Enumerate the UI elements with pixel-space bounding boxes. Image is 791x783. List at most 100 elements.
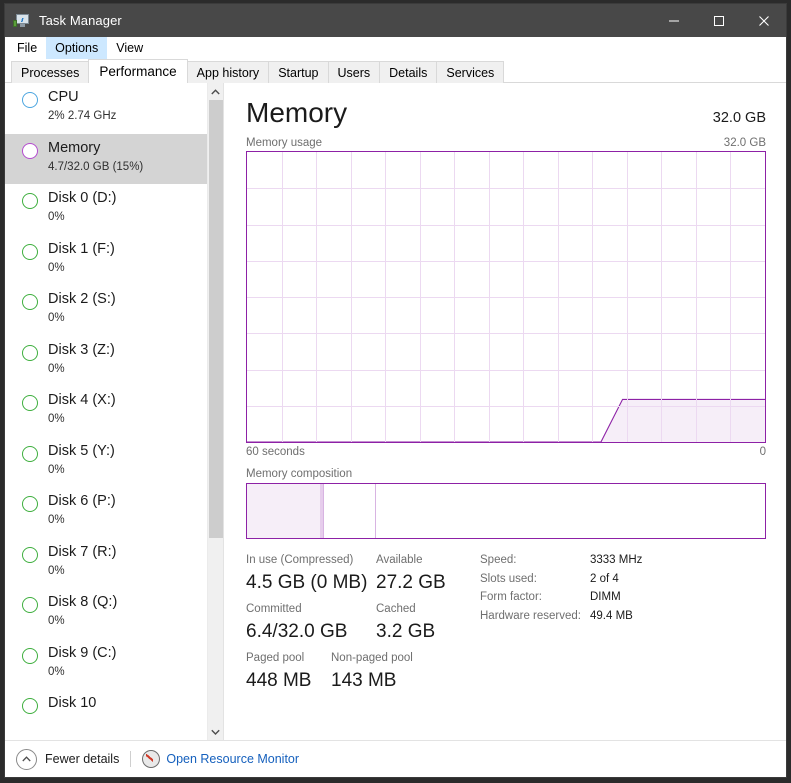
status-bar: Fewer details Open Resource Monitor xyxy=(5,740,786,777)
status-circle-icon xyxy=(22,395,38,411)
close-icon[interactable] xyxy=(741,4,786,37)
content-area: CPU 2% 2.74 GHz Memory 4.7/32.0 GB (15%) Dis… xyxy=(5,83,786,740)
memory-composition-bar[interactable] xyxy=(246,483,766,539)
menu-item-file[interactable]: File xyxy=(8,37,46,59)
sidebar-item-disk-7-r[interactable]: Disk 7 (R:) 0% xyxy=(5,538,207,589)
memory-total: 32.0 GB xyxy=(712,110,766,126)
sidebar-item-text: Disk 8 (Q:) 0% xyxy=(48,593,117,629)
stat-row-1: In use (Compressed) 4.5 GB (0 MB) Availa… xyxy=(246,551,458,600)
time-axis-left: 60 seconds xyxy=(246,446,305,458)
sidebar-item-text: Disk 9 (C:) 0% xyxy=(48,644,116,680)
tab-processes[interactable]: Processes xyxy=(11,61,90,83)
page-title: Memory xyxy=(246,97,348,128)
sidebar-item-label: Disk 4 (X:) xyxy=(48,392,116,408)
sidebar-item-label: Disk 1 (F:) xyxy=(48,240,115,257)
sidebar-item-cpu[interactable]: CPU 2% 2.74 GHz xyxy=(5,83,207,134)
sidebar-item-sublabel: 0% xyxy=(48,211,65,223)
status-circle-icon xyxy=(22,647,38,664)
hardware-details: Speed: 3333 MHz Slots used: 2 of 4 Form fact… xyxy=(480,551,642,698)
chevron-up-icon[interactable] xyxy=(16,748,37,770)
status-circle-icon xyxy=(22,142,38,159)
sidebar-item-disk-2-s[interactable]: Disk 2 (S:) 0% xyxy=(5,285,207,336)
gridline-horizontal xyxy=(247,333,765,335)
memory-statistics: In use (Compressed) 4.5 GB (0 MB) Availa… xyxy=(246,551,766,698)
sidebar-item-disk-5-y[interactable]: Disk 5 (Y:) 0% xyxy=(5,437,207,488)
hardware-row: Slots used: 2 of 4 xyxy=(480,570,642,589)
stat-row-3: Paged pool 448 MB Non-paged pool 143 MB xyxy=(246,649,458,698)
menu-item-view[interactable]: View xyxy=(107,37,152,59)
memory-usage-label: Memory usage xyxy=(246,137,323,149)
sidebar-item-sublabel: 0% xyxy=(48,413,65,425)
sidebar-item-label: Disk 8 (Q:) xyxy=(48,594,118,610)
memory-usage-graph xyxy=(246,151,766,443)
minimize-icon[interactable] xyxy=(651,4,696,37)
memory-composition-label: Memory composition xyxy=(246,468,353,480)
scroll-up-icon[interactable] xyxy=(208,83,223,100)
sidebar-list: CPU 2% 2.74 GHz Memory 4.7/32.0 GB (15%) Dis… xyxy=(5,83,207,740)
sidebar-item-disk-3-z[interactable]: Disk 3 (Z:) 0% xyxy=(5,336,207,387)
stat-label: Committed xyxy=(246,603,302,615)
stat-label: Cached xyxy=(376,603,416,615)
tab-performance[interactable]: Performance xyxy=(88,59,188,83)
sidebar-item-disk-4-x[interactable]: Disk 4 (X:) 0% xyxy=(5,386,207,437)
sidebar-item-label: Disk 0 (D:) xyxy=(48,190,117,206)
sidebar-item-disk-8-q[interactable]: Disk 8 (Q:) 0% xyxy=(5,588,207,639)
usage-labels: Memory usage 32.0 GB xyxy=(246,137,766,149)
sidebar-item-sublabel: 0% xyxy=(48,261,65,274)
tab-services[interactable]: Services xyxy=(436,61,505,83)
hardware-key: Slots used: xyxy=(480,572,537,585)
usage-axis-max: 32.0 GB xyxy=(723,137,766,149)
stat-paged-pool: Paged pool 448 MB xyxy=(246,649,331,698)
sidebar-item-memory[interactable]: Memory 4.7/32.0 GB (15%) xyxy=(5,133,207,184)
footer-divider xyxy=(130,751,132,767)
sidebar-item-sublabel: 0% xyxy=(48,514,65,526)
status-circle-icon xyxy=(22,294,38,310)
stat-committed: Committed 6.4/32.0 GB xyxy=(246,600,376,649)
sidebar-item-label: Disk 2 (S:) xyxy=(48,291,116,307)
scrollbar-thumb[interactable] xyxy=(209,100,223,538)
sidebar-item-disk-1-f[interactable]: Disk 1 (F:) 0% xyxy=(5,235,207,286)
sidebar-item-sublabel: 0% xyxy=(48,564,65,577)
stat-value: 448 MB xyxy=(246,670,312,691)
tab-app-history[interactable]: App history xyxy=(186,61,270,83)
sidebar-item-text: Disk 6 (P:) 0% xyxy=(48,492,116,528)
stat-value: 4.5 GB (0 MB) xyxy=(246,572,368,593)
status-circle-icon xyxy=(22,445,38,462)
sidebar-item-text: Disk 0 (D:) 0% xyxy=(48,189,116,225)
title-bar: Task Manager xyxy=(5,4,786,37)
hardware-row: Hardware reserved: 49.4 MB xyxy=(480,607,642,626)
sidebar-item-disk-9-c[interactable]: Disk 9 (C:) 0% xyxy=(5,639,207,690)
composition-divider xyxy=(322,484,324,538)
menu-bar: File Options View xyxy=(5,37,786,59)
task-manager-window: Task Manager File Options View Processes… xyxy=(4,3,787,778)
open-resource-monitor-link[interactable]: Open Resource Monitor xyxy=(166,752,299,766)
sidebar-item-label: CPU xyxy=(48,89,79,105)
stat-non-paged-pool: Non-paged pool 143 MB xyxy=(331,649,413,698)
sidebar-item-disk-10[interactable]: Disk 10 xyxy=(5,689,207,740)
window-controls xyxy=(651,4,786,37)
stat-in-use: In use (Compressed) 4.5 GB (0 MB) xyxy=(246,551,376,600)
sidebar-item-sublabel: 0% xyxy=(48,463,65,476)
hardware-key: Hardware reserved: xyxy=(480,609,581,622)
sidebar-item-label: Disk 3 (Z:) xyxy=(48,341,115,358)
sidebar-item-sublabel: 0% xyxy=(48,665,65,678)
menu-item-options[interactable]: Options xyxy=(46,37,108,59)
gridline-horizontal xyxy=(247,224,765,226)
sidebar-item-label: Disk 7 (R:) xyxy=(48,543,117,560)
sidebar-scrollbar[interactable] xyxy=(207,83,223,740)
fewer-details-button[interactable]: Fewer details xyxy=(45,752,119,766)
tab-users[interactable]: Users xyxy=(327,61,381,83)
maximize-icon[interactable] xyxy=(696,4,741,37)
tab-startup[interactable]: Startup xyxy=(268,61,329,83)
sidebar-item-disk-0-d[interactable]: Disk 0 (D:) 0% xyxy=(5,184,207,235)
stat-value: 6.4/32.0 GB xyxy=(246,621,348,642)
status-circle-icon xyxy=(22,193,38,209)
sidebar-item-text: Disk 10 xyxy=(48,694,96,713)
time-axis: 60 seconds 0 xyxy=(246,446,766,458)
tab-details[interactable]: Details xyxy=(379,61,438,83)
status-circle-icon xyxy=(22,344,38,361)
sidebar-item-sublabel: 4.7/32.0 GB (15%) xyxy=(48,160,144,173)
sidebar-item-disk-6-p[interactable]: Disk 6 (P:) 0% xyxy=(5,487,207,538)
scroll-down-icon[interactable] xyxy=(208,723,223,740)
sidebar-item-label: Disk 5 (Y:) xyxy=(48,442,115,459)
